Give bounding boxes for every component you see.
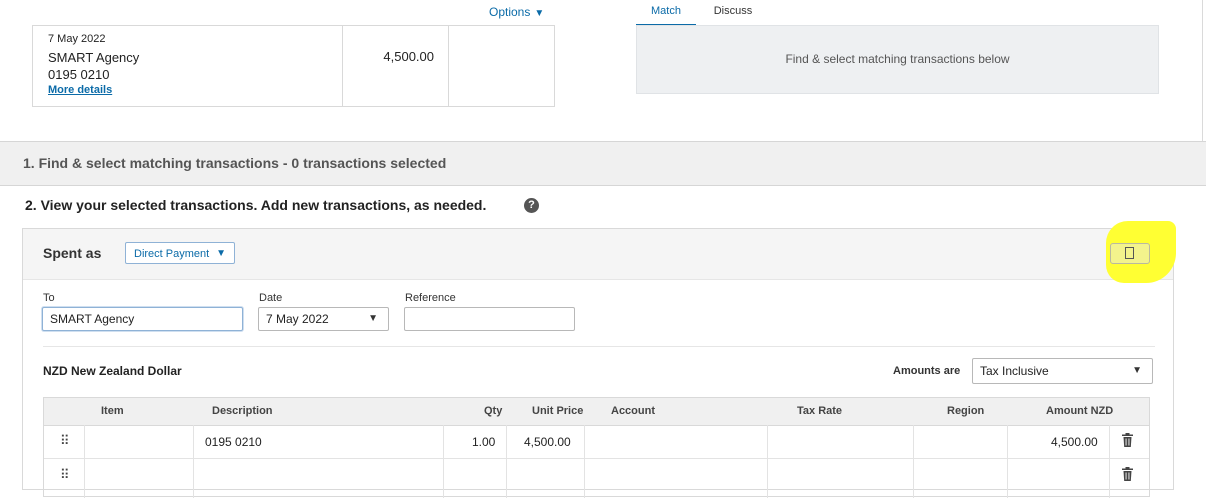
to-label: To [43, 292, 55, 304]
column-unit-price: Unit Price [532, 405, 584, 417]
amounts-are-label: Amounts are [893, 365, 961, 377]
table-row[interactable]: ⠿ [44, 459, 1149, 492]
tab-discuss[interactable]: Discuss [704, 0, 762, 24]
line-items-table: Item Description Qty Unit Price Account … [43, 397, 1150, 498]
match-panel: Find & select matching transactions belo… [636, 25, 1159, 94]
to-input[interactable]: SMART Agency [42, 307, 243, 331]
attach-file-icon [1125, 247, 1134, 259]
transaction-header: Spent as Direct Payment ▼ [23, 221, 1176, 283]
more-details-link[interactable]: More details [48, 84, 112, 96]
drag-handle-icon[interactable]: ⠿ [60, 433, 69, 449]
column-qty: Qty [484, 405, 503, 417]
column-tax-rate: Tax Rate [797, 405, 843, 417]
caret-down-icon: ▼ [368, 313, 378, 324]
date-picker[interactable]: 7 May 2022 ▼ [258, 307, 389, 331]
reference-input[interactable] [404, 307, 575, 331]
column-region: Region [947, 405, 985, 417]
statement-reference: 0195 0210 [48, 67, 110, 82]
date-label: Date [259, 292, 283, 304]
to-value: SMART Agency [50, 312, 135, 326]
options-label: Options [489, 5, 531, 19]
table-row[interactable]: ⠿ 0195 0210 1.00 4,500.00 4,500.00 [44, 425, 1149, 459]
amounts-are-value: Tax Inclusive [980, 364, 1049, 378]
cell-amount[interactable]: 4,500.00 [1051, 435, 1098, 449]
column-amount: Amount NZD [1046, 405, 1114, 417]
cell-qty[interactable]: 1.00 [472, 435, 495, 449]
currency-label: NZD New Zealand Dollar [43, 364, 182, 378]
section2-title: 2. View your selected transactions. Add … [25, 197, 487, 213]
spent-as-label: Spent as [43, 245, 102, 261]
options-menu[interactable]: Options ▼ [489, 5, 544, 19]
help-icon[interactable]: ? [524, 198, 539, 213]
divider [43, 346, 1155, 347]
spent-as-value: Direct Payment [134, 248, 210, 260]
column-description: Description [212, 405, 273, 417]
trash-icon[interactable] [1122, 467, 1133, 481]
drag-handle-icon[interactable]: ⠿ [60, 467, 69, 483]
statement-spent-cell: 4,500.00 [343, 26, 449, 106]
statement-line-card: 7 May 2022 SMART Agency 0195 0210 More d… [32, 25, 555, 107]
statement-amount: 4,500.00 [383, 49, 434, 64]
reference-label: Reference [405, 292, 456, 304]
statement-payee: SMART Agency [48, 50, 140, 65]
column-item: Item [101, 405, 124, 417]
table-header: Item Description Qty Unit Price Account … [44, 398, 1149, 426]
tab-match[interactable]: Match [636, 0, 696, 26]
date-value: 7 May 2022 [266, 312, 329, 326]
find-select-section-header[interactable]: 1. Find & select matching transactions -… [0, 141, 1206, 186]
trash-icon[interactable] [1122, 433, 1133, 447]
caret-down-icon: ▼ [1132, 365, 1142, 376]
cell-unit-price[interactable]: 4,500.00 [524, 435, 571, 449]
amounts-are-dropdown[interactable]: Tax Inclusive ▼ [972, 358, 1153, 384]
section1-title: 1. Find & select matching transactions -… [23, 155, 447, 171]
caret-down-icon: ▼ [216, 248, 226, 259]
column-account: Account [611, 405, 655, 417]
attach-file-button[interactable] [1110, 243, 1150, 264]
statement-details-cell: 7 May 2022 SMART Agency 0195 0210 More d… [33, 26, 343, 106]
new-transaction-panel: Spent as Direct Payment ▼ To SMART Agenc… [22, 221, 1176, 498]
cell-description[interactable]: 0195 0210 [205, 435, 262, 449]
spent-as-dropdown[interactable]: Direct Payment ▼ [125, 242, 235, 264]
divider [1202, 0, 1203, 142]
caret-down-icon: ▼ [534, 8, 545, 19]
statement-date: 7 May 2022 [48, 33, 106, 45]
